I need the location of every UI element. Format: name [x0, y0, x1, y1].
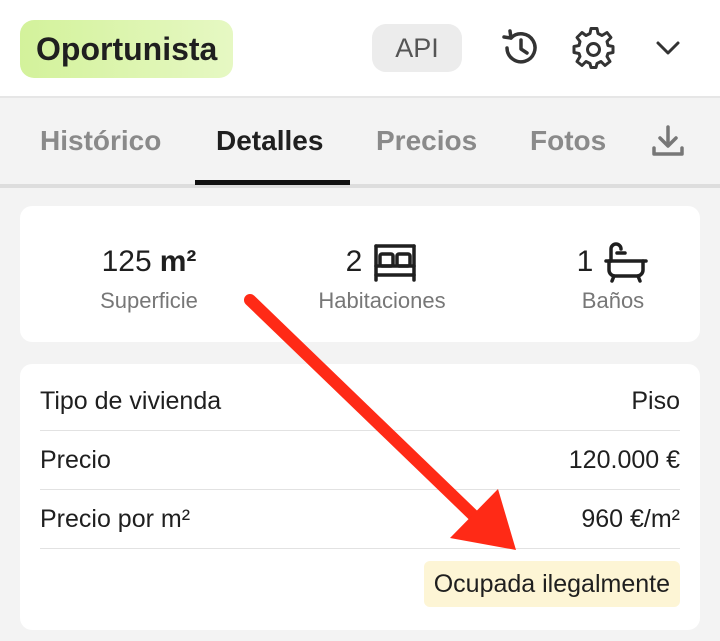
tab-precios[interactable]: Precios: [376, 98, 477, 184]
tab-bar: Histórico Detalles Precios Fotos: [0, 98, 720, 188]
surface-value: 125: [101, 245, 152, 278]
stat-surface: 125 m² Superficie: [60, 206, 238, 342]
tab-historico[interactable]: Histórico: [40, 98, 161, 184]
detail-label-type: Tipo de vivienda: [40, 386, 222, 415]
surface-unit: m²: [159, 245, 197, 278]
download-button[interactable]: [646, 98, 690, 184]
rooms-label: Habitaciones: [318, 288, 446, 313]
detail-row: Tipo de vivienda Piso: [40, 372, 680, 430]
tab-detalles[interactable]: Detalles: [216, 98, 323, 184]
baths-label: Baños: [581, 288, 645, 313]
brand-logo[interactable]: Oportunista: [20, 20, 234, 78]
chevron-down-icon: [656, 41, 680, 55]
tab-fotos[interactable]: Fotos: [530, 98, 606, 184]
rooms-value: 2: [345, 245, 363, 278]
detail-row: Precio por m² 960 €/m²: [40, 490, 680, 548]
download-icon: [652, 125, 684, 156]
stat-rooms: 2 Habitaciones: [290, 206, 474, 342]
detail-value-price: 120.000 €: [568, 445, 680, 474]
baths-value: 1: [576, 245, 594, 278]
bed-icon: [374, 244, 417, 282]
active-tab-indicator: [195, 180, 350, 185]
detail-row: Precio 120.000 €: [40, 431, 680, 489]
stat-baths: 1 Baños: [550, 206, 676, 342]
surface-label: Superficie: [100, 288, 198, 313]
detail-value-type: Piso: [631, 386, 680, 415]
gear-icon: [572, 27, 615, 69]
menu-toggle-button[interactable]: [642, 22, 694, 74]
stats-card: 125 m² Superficie 2 Habitaciones 1 Baños: [20, 206, 700, 342]
settings-button[interactable]: [568, 22, 620, 74]
status-badge: Ocupada ilegalmente: [423, 561, 680, 607]
api-button[interactable]: API: [372, 24, 462, 72]
row-divider: [40, 548, 680, 549]
bathtub-icon: [604, 242, 649, 283]
history-icon: [502, 29, 537, 64]
detail-value-price-sqm: 960 €/m²: [581, 504, 680, 533]
details-card: Tipo de vivienda Piso Precio 120.000 € P…: [20, 364, 700, 630]
history-button[interactable]: [494, 22, 546, 74]
detail-label-price-sqm: Precio por m²: [40, 504, 191, 533]
app-header: Oportunista API: [0, 0, 720, 98]
brand-name: Oportunista: [36, 30, 218, 67]
detail-label-price: Precio: [40, 445, 111, 474]
